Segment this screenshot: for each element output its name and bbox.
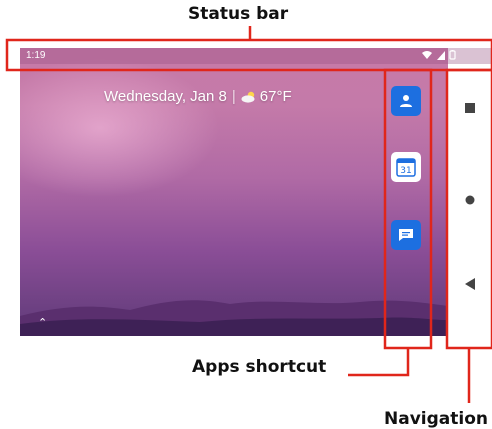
apps-shortcut-leader-line [348,348,410,377]
messages-app-shortcut[interactable] [391,220,421,250]
device-screen: ⌃ 1:19 Wednesday, Jan 8 | 67°F 31 [20,48,492,336]
messages-icon [399,229,413,241]
navigation-callout: Navigation [384,409,488,429]
contacts-icon [400,95,412,107]
mountains-illustration [20,300,448,336]
recents-button[interactable] [462,100,478,116]
temperature-text: 67°F [259,88,292,105]
back-button[interactable] [462,276,478,292]
contacts-app-shortcut[interactable] [391,86,421,116]
date-weather-widget[interactable]: Wednesday, Jan 8 | 67°F [104,88,292,105]
recents-square-icon [465,103,475,113]
cloud-sun-icon [241,91,255,103]
status-time: 1:19 [26,50,46,61]
status-bar: 1:19 [20,48,492,64]
back-triangle-icon [465,278,475,290]
calendar-day: 31 [400,166,411,176]
status-bar-callout: Status bar [188,4,289,24]
calendar-icon: 31 [396,158,416,177]
calendar-app-shortcut[interactable]: 31 [391,152,421,182]
home-circle-icon [465,195,475,205]
cell-signal-icon [436,51,445,60]
app-drawer-arrow-icon[interactable]: ⌃ [38,316,47,329]
navigation-bar [448,64,492,336]
apps-shortcut-callout: Apps shortcut [192,357,327,377]
battery-icon [449,50,456,60]
wifi-icon [422,51,433,59]
home-button[interactable] [462,192,478,208]
date-text: Wednesday, Jan 8 [104,88,227,105]
